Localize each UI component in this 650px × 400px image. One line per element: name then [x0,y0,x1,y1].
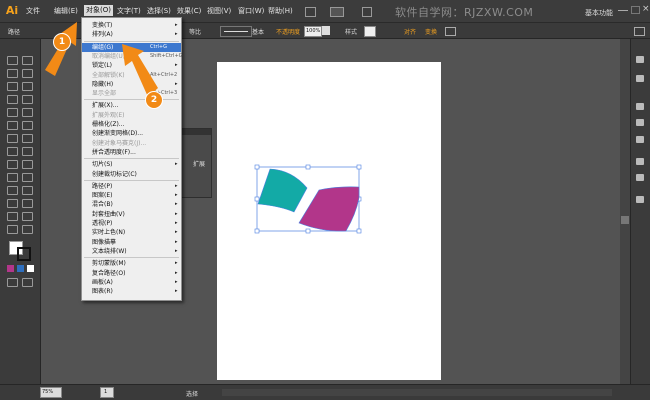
step-2-badge: 2 [145,91,163,109]
arrow-2-icon [122,44,158,97]
step-1-badge: 1 [53,33,71,51]
annotation-layer [45,22,158,97]
